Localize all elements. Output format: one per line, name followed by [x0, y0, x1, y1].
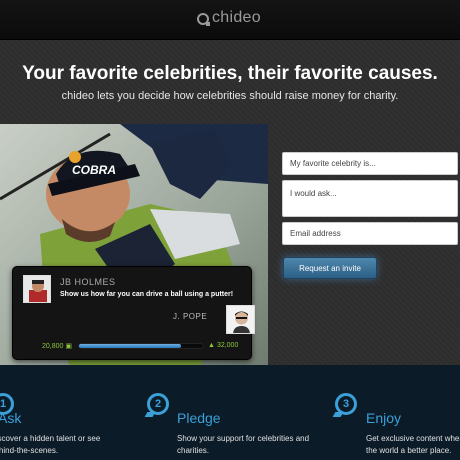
- feature-desc-pledge: Show your support for celebrities and ch…: [177, 433, 309, 457]
- progress-bar: [78, 343, 204, 349]
- asker-name: J. POPE: [173, 312, 208, 321]
- celebrity-avatar[interactable]: [23, 275, 51, 303]
- feature-desc-ask: Discover a hidden talent or see behind-t…: [0, 433, 100, 457]
- chideo-logo-icon: [197, 13, 210, 26]
- pledge-question: Show us how far you can drive a ball usi…: [60, 291, 234, 298]
- svg-text:COBRA: COBRA: [72, 163, 116, 177]
- favorite-celebrity-input[interactable]: [282, 152, 458, 175]
- logo-text: chideo: [212, 9, 261, 26]
- page-headline: Your favorite celebrities, their favorit…: [22, 63, 438, 84]
- email-input[interactable]: [282, 222, 458, 245]
- feature-desc-enjoy-line2: the world a better place.: [366, 446, 452, 455]
- celebrity-avatar-image: [24, 276, 50, 302]
- asker-avatar-image: [227, 306, 254, 333]
- celebrity-name: JB HOLMES: [60, 277, 116, 287]
- feature-desc-ask-line1: Discover a hidden talent or see: [0, 434, 101, 443]
- feature-title-enjoy: Enjoy: [366, 410, 402, 426]
- request-invite-button[interactable]: Request an invite: [283, 257, 377, 279]
- feature-title-pledge: Pledge: [177, 410, 221, 426]
- feature-desc-enjoy-line1: Get exclusive content when: [366, 434, 460, 443]
- features-section: 1 Ask Discover a hidden talent or see be…: [0, 365, 460, 460]
- pledge-icon: 2: [147, 393, 169, 415]
- page-subheadline: chideo lets you decide how celebrities s…: [61, 90, 399, 102]
- pledged-amount: 20,800 ▣: [42, 342, 73, 351]
- asker-avatar[interactable]: [226, 305, 255, 334]
- thumbs-up-icon: ▲: [208, 342, 215, 349]
- pledged-amount-value: 20,800: [42, 342, 64, 350]
- enjoy-icon: 3: [335, 393, 357, 415]
- top-bar: chideo: [0, 0, 460, 40]
- feature-desc-ask-line2: behind-the-scenes.: [0, 446, 59, 455]
- chideo-logo[interactable]: chideo: [197, 9, 261, 27]
- feature-desc-pledge-line1: Show your support for celebrities and: [177, 434, 310, 443]
- goal-amount: ▲ 32,000: [208, 342, 238, 349]
- pledge-progress: 20,800 ▣ ▲ 32,000: [18, 339, 243, 353]
- progress-bar-fill: [79, 344, 181, 348]
- lock-icon: ▣: [65, 343, 73, 350]
- feature-desc-enjoy: Get exclusive content when the world a b…: [366, 433, 460, 457]
- feature-desc-pledge-line2: charities.: [177, 446, 210, 455]
- ask-input[interactable]: [282, 180, 458, 217]
- feature-title-ask: Ask: [0, 410, 22, 426]
- goal-amount-value: 32,000: [216, 342, 239, 349]
